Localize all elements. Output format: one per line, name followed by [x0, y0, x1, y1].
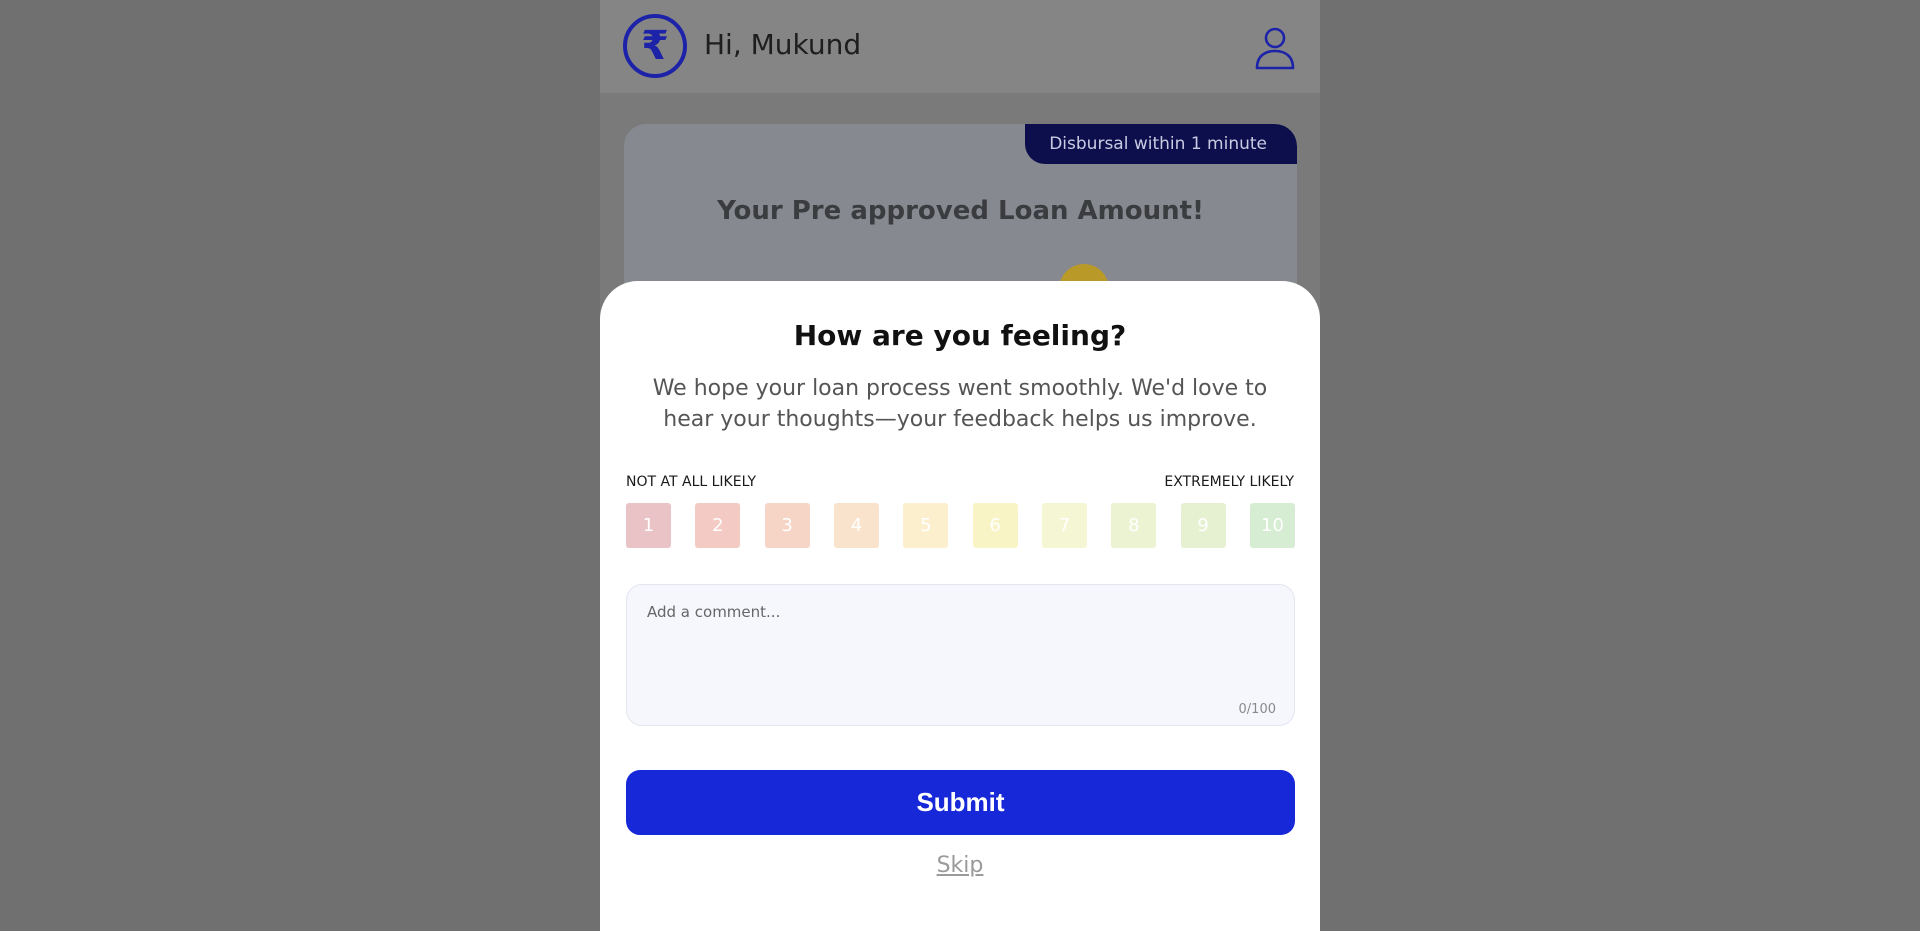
- app-header: ₹ Hi, Mukund: [600, 0, 1320, 93]
- rating-option-5[interactable]: 5: [903, 503, 949, 548]
- comment-input[interactable]: [645, 601, 1276, 695]
- rating-option-1[interactable]: 1: [626, 503, 671, 548]
- feedback-subtitle: We hope your loan process went smoothly.…: [652, 376, 1268, 432]
- comment-counter: 0/100: [1238, 702, 1276, 717]
- rating-scale: 1 2 3 4 5 6 7 8 9 10: [626, 503, 1295, 548]
- greeting-text: Hi, Mukund: [704, 28, 862, 61]
- scale-min-label: NOT AT ALL LIKELY: [626, 474, 757, 490]
- loan-card-title: Your Pre approved Loan Amount!: [717, 196, 1204, 226]
- rupee-icon: ₹: [623, 14, 687, 78]
- disbursal-badge: Disbursal within 1 minute: [1025, 124, 1297, 164]
- rating-option-2[interactable]: 2: [695, 503, 741, 548]
- rating-option-3[interactable]: 3: [764, 503, 810, 548]
- scale-max-label: EXTREMELY LIKELY: [1164, 474, 1294, 490]
- user-icon[interactable]: [1254, 26, 1296, 70]
- feedback-title: How are you feeling?: [793, 319, 1127, 352]
- rating-option-4[interactable]: 4: [833, 503, 879, 548]
- rating-option-10[interactable]: 10: [1249, 503, 1295, 548]
- rating-option-8[interactable]: 8: [1111, 503, 1157, 548]
- comment-box: 0/100: [626, 584, 1295, 726]
- feedback-modal: How are you feeling? We hope your loan p…: [600, 281, 1320, 931]
- skip-link[interactable]: Skip: [600, 853, 1320, 878]
- rating-option-6[interactable]: 6: [972, 503, 1018, 548]
- rating-option-7[interactable]: 7: [1041, 503, 1087, 548]
- rating-option-9[interactable]: 9: [1180, 503, 1226, 548]
- submit-button[interactable]: Submit: [626, 770, 1295, 835]
